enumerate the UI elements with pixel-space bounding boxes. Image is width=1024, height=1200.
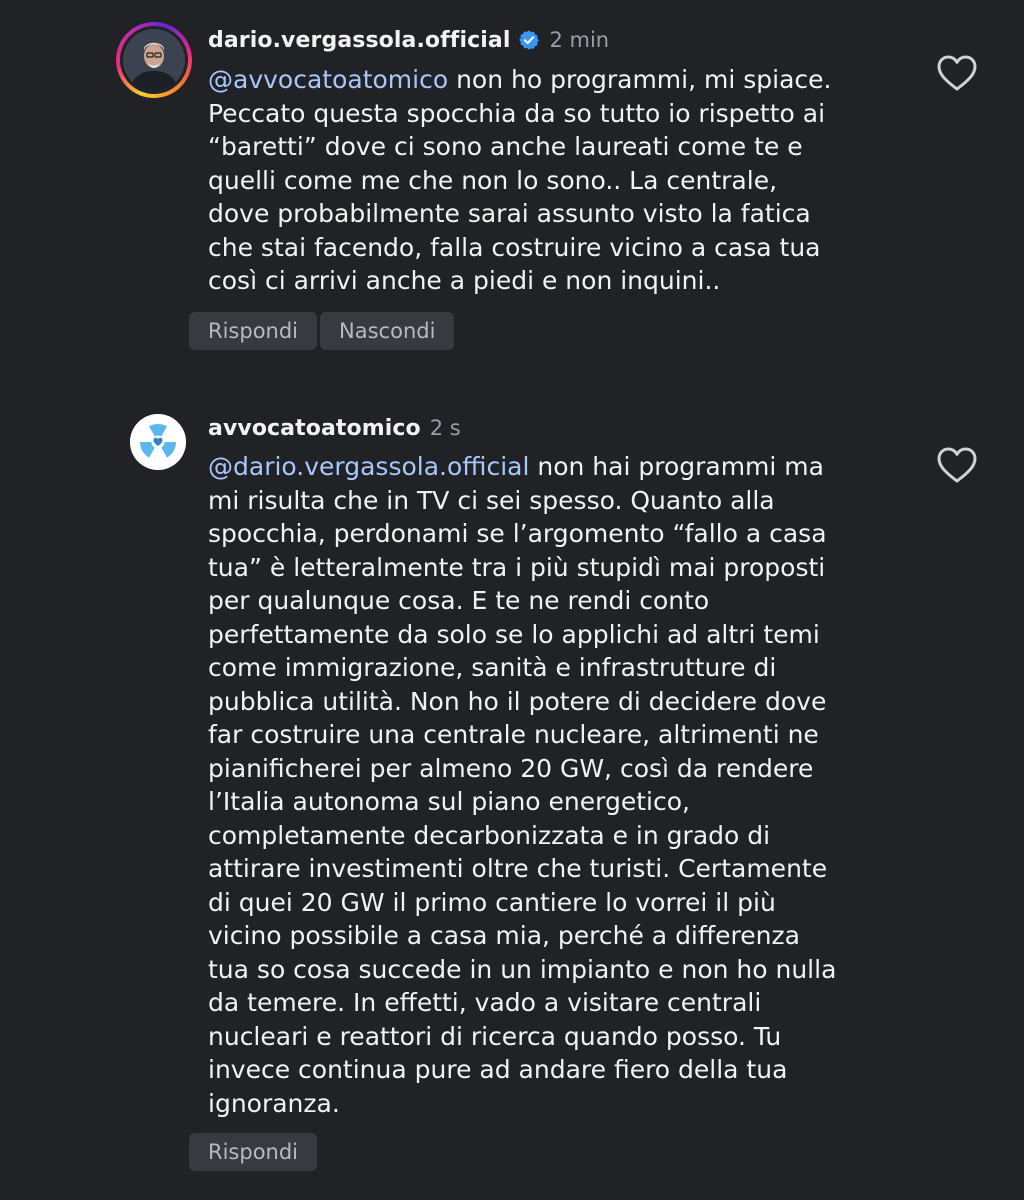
username[interactable]: dario.vergassola.official <box>208 28 510 53</box>
comment-line: così ci arrivi anche a piedi e non inqui… <box>208 266 721 295</box>
comment-line: vicino possibile a casa mia, perché a di… <box>208 921 800 950</box>
comment-header: avvocatoatomico 2 s <box>208 414 461 442</box>
comment-line: per qualunque cosa. E te ne rendi conto <box>208 586 710 615</box>
comment-line: far costruire una centrale nucleare, alt… <box>208 720 819 749</box>
radiation-heart-icon[interactable] <box>130 414 186 470</box>
comment-line: “baretti” dove ci sono anche laureati co… <box>208 132 803 161</box>
verified-badge-icon <box>518 29 540 51</box>
comment-line: spocchia, perdonami se l’argomento “fall… <box>208 519 827 548</box>
comment-line-text: non ho programmi, mi spiace. <box>448 65 832 94</box>
comment-line: tua so cosa succede in un impianto e non… <box>208 954 837 984</box>
comment-text: @dario.vergassola.official non hai progr… <box>208 450 836 1120</box>
comment-line: da temere. In effetti, vado a visitare c… <box>208 988 762 1017</box>
comment-line: invece continua pure ad andare fiero del… <box>208 1055 788 1084</box>
hide-button[interactable]: Nascondi <box>320 312 455 350</box>
comment: dario.vergassola.official 2 min @avvocat… <box>0 0 1024 380</box>
comment-line: Peccato questa spocchia da so tutto io r… <box>208 98 826 128</box>
comment-line: nucleari e reattori di ricerca quando po… <box>208 1021 782 1051</box>
comment-line: @avvocatoatomico non ho programmi, mi sp… <box>208 63 831 97</box>
comment-line: mi risulta che in TV ci sei spesso. Quan… <box>208 485 775 515</box>
comment: avvocatoatomico 2 s @dario.vergassola.of… <box>0 380 1024 1200</box>
comment-actions: Rispondi Nascondi <box>189 312 455 350</box>
comment-line-text: non hai programmi ma <box>529 452 824 481</box>
profile-photo-icon <box>123 29 185 91</box>
comment-line: tua” è letteralmente tra i più stupidì m… <box>208 552 826 582</box>
comment-line: pianificherei per almeno 20 GW, così da … <box>208 753 814 783</box>
comment-line: pubblica utilità. Non ho il potere di de… <box>208 686 827 716</box>
heart-outline-icon[interactable] <box>936 54 978 92</box>
comment-line: come immigrazione, sanità e infrastruttu… <box>208 653 777 682</box>
comment-line: che stai facendo, falla costruire vicino… <box>208 232 821 262</box>
comment-line: attirare investimenti oltre che turisti.… <box>208 854 828 883</box>
timestamp: 2 s <box>429 416 461 440</box>
comment-line: @dario.vergassola.official non hai progr… <box>208 450 836 484</box>
comment-line: quelli come me che non lo sono.. La cent… <box>208 165 778 195</box>
comment-line: perfettamente da solo se lo applichi ad … <box>208 619 820 649</box>
story-ring <box>116 22 192 98</box>
mention-link[interactable]: @avvocatoatomico <box>208 65 448 94</box>
avatar[interactable] <box>116 22 192 98</box>
comment-line: l’Italia autonoma sul piano energetico, <box>208 787 690 816</box>
comment-line: di quei 20 GW il primo cantiere lo vorre… <box>208 887 776 917</box>
mention-link[interactable]: @dario.vergassola.official <box>208 452 529 481</box>
comment-header: dario.vergassola.official 2 min <box>208 26 609 54</box>
timestamp: 2 min <box>549 28 610 52</box>
reply-button[interactable]: Rispondi <box>189 1133 318 1171</box>
username[interactable]: avvocatoatomico <box>208 416 421 441</box>
heart-outline-icon[interactable] <box>936 446 978 484</box>
comment-line: ignoranza. <box>208 1088 340 1118</box>
reply-button[interactable]: Rispondi <box>189 312 318 350</box>
comment-actions: Rispondi <box>189 1133 318 1171</box>
comment-text: @avvocatoatomico non ho programmi, mi sp… <box>208 63 831 298</box>
comment-line: completamente decarbonizzata e in grado … <box>208 820 771 850</box>
comment-line: dove probabilmente sarai assunto visto l… <box>208 199 811 228</box>
